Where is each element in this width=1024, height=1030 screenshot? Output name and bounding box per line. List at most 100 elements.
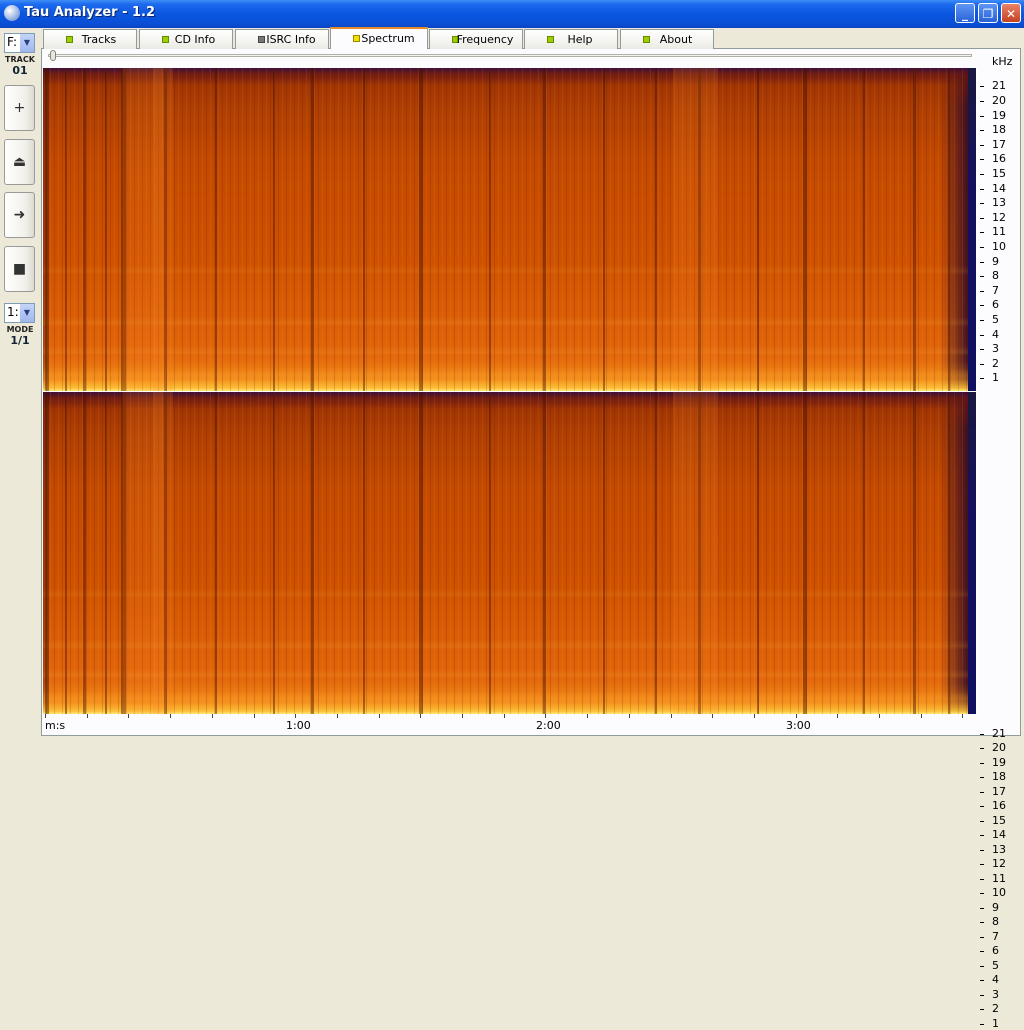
frequency-tick-label: 18 [992,770,1006,783]
frequency-tick-label: 11 [992,225,1006,239]
time-axis: m:s 1:00 2:00 3:00 [43,714,978,734]
frequency-tick-mark [980,144,984,146]
time-tick-mark [254,714,255,718]
transient-streak [803,392,807,714]
energy-region [673,68,718,391]
transient-streak [603,68,605,391]
energy-region [673,392,718,714]
frequency-tick-label: 21 [992,726,1006,740]
stop-button[interactable]: ■ [4,246,35,292]
transient-streak [757,392,759,714]
intensity-scale-top [968,68,978,391]
track-number: 01 [12,64,28,77]
frequency-tick-label: 20 [992,94,1006,107]
minimize-button[interactable]: _ [955,3,975,23]
transient-streak [83,392,86,714]
transient-streak [489,68,491,391]
transient-streak [913,68,916,391]
spectrogram-left-channel [43,68,968,391]
frequency-tick-mark [980,1023,984,1025]
drive-select[interactable]: F: ▼ [4,33,35,53]
energy-region [153,392,173,714]
transient-streak [311,68,314,391]
frequency-tick-mark [980,965,984,967]
frequency-tick-label: 4 [992,973,999,986]
close-button[interactable]: ✕ [1001,3,1021,23]
position-slider-track[interactable] [48,54,972,57]
transient-streak [215,392,217,714]
frequency-tick-label: 15 [992,813,1006,827]
transient-streak [105,392,107,714]
frequency-tick-mark [980,217,984,219]
frequency-tick-label: 17 [992,784,1006,798]
position-slider-thumb[interactable] [50,50,56,61]
tab-spectrum[interactable]: Spectrum [330,27,428,49]
frequency-tick-mark [980,748,984,749]
frequency-tick-mark [980,733,984,735]
stop-icon: ■ [12,261,27,277]
frequency-tick-mark [980,893,984,894]
maximize-button[interactable]: ❐ [978,3,998,23]
frequency-tick-label: 3 [992,987,999,1001]
frequency-tick-mark [980,791,984,793]
transient-streak [757,68,759,391]
frequency-tick-mark [980,305,984,307]
frequency-tick-label: 6 [992,298,999,312]
title-bar[interactable]: Tau Analyzer - 1.2 _ ❐ ✕ [0,0,1024,28]
frequency-unit-label: kHz [992,55,1013,68]
spectrogram-right-channel [43,392,968,714]
zoom-in-button[interactable]: + [4,85,35,131]
time-tick-mark [87,714,88,718]
frequency-tick-mark [980,994,984,996]
tab-cd-info[interactable]: CD Info [139,29,233,49]
eject-button[interactable]: ⏏ [4,139,35,185]
chevron-down-icon[interactable]: ▼ [20,34,34,52]
frequency-tick-label: 1 [992,371,999,385]
frequency-tick-mark [980,835,984,836]
intensity-scale-bottom [968,392,978,714]
transient-streak [65,392,67,714]
frequency-tick-label: 16 [992,799,1006,812]
frequency-tick-label: 15 [992,167,1006,180]
tab-label: Frequency [456,33,514,46]
frequency-tick-label: 4 [992,327,999,341]
tab-isrc-info[interactable]: ISRC Info [235,29,329,49]
frequency-tick-mark [980,806,984,807]
arrow-right-icon: ➜ [13,207,26,223]
transient-streak [543,392,546,714]
time-tick-mark [379,714,380,718]
tab-about[interactable]: About [620,29,714,49]
transient-streak [655,68,657,391]
play-button[interactable]: ➜ [4,192,35,238]
transient-streak [45,392,49,714]
frequency-tick-mark [980,378,984,380]
frequency-tick-label: 8 [992,915,999,928]
tab-label: About [659,33,693,46]
transient-streak [45,68,49,391]
app-icon [4,5,20,21]
time-axis-label: m:s [45,719,66,732]
tab-label: Help [567,33,593,46]
time-tick-mark [45,714,46,718]
spectrogram-texture [43,392,968,714]
time-tick-mark [504,714,505,718]
mode-select[interactable]: 1: ▼ [4,303,35,323]
energy-region [153,68,173,391]
spectrogram-texture [43,68,968,391]
time-tick-mark [170,714,171,718]
frequency-tick-mark [980,936,984,938]
frequency-tick-mark [980,276,984,278]
frequency-tick-mark [980,363,984,365]
frequency-tick-label: 12 [992,210,1006,224]
tab-help[interactable]: Help [524,29,618,49]
chevron-down-icon[interactable]: ▼ [20,304,34,322]
frequency-tick-mark [980,849,984,851]
tab-frequency[interactable]: Frequency [429,29,523,49]
left-toolbar: F: ▼ TRACK 01 + ⏏ ➜ ■ 1: ▼ MODE 1/1 [0,28,40,736]
time-tick-mark [962,714,963,718]
transient-streak [273,68,275,391]
frequency-tick-mark [980,762,984,764]
frequency-tick-mark [980,777,984,778]
frequency-tick-label: 11 [992,871,1006,885]
tab-tracks[interactable]: Tracks [43,29,137,49]
